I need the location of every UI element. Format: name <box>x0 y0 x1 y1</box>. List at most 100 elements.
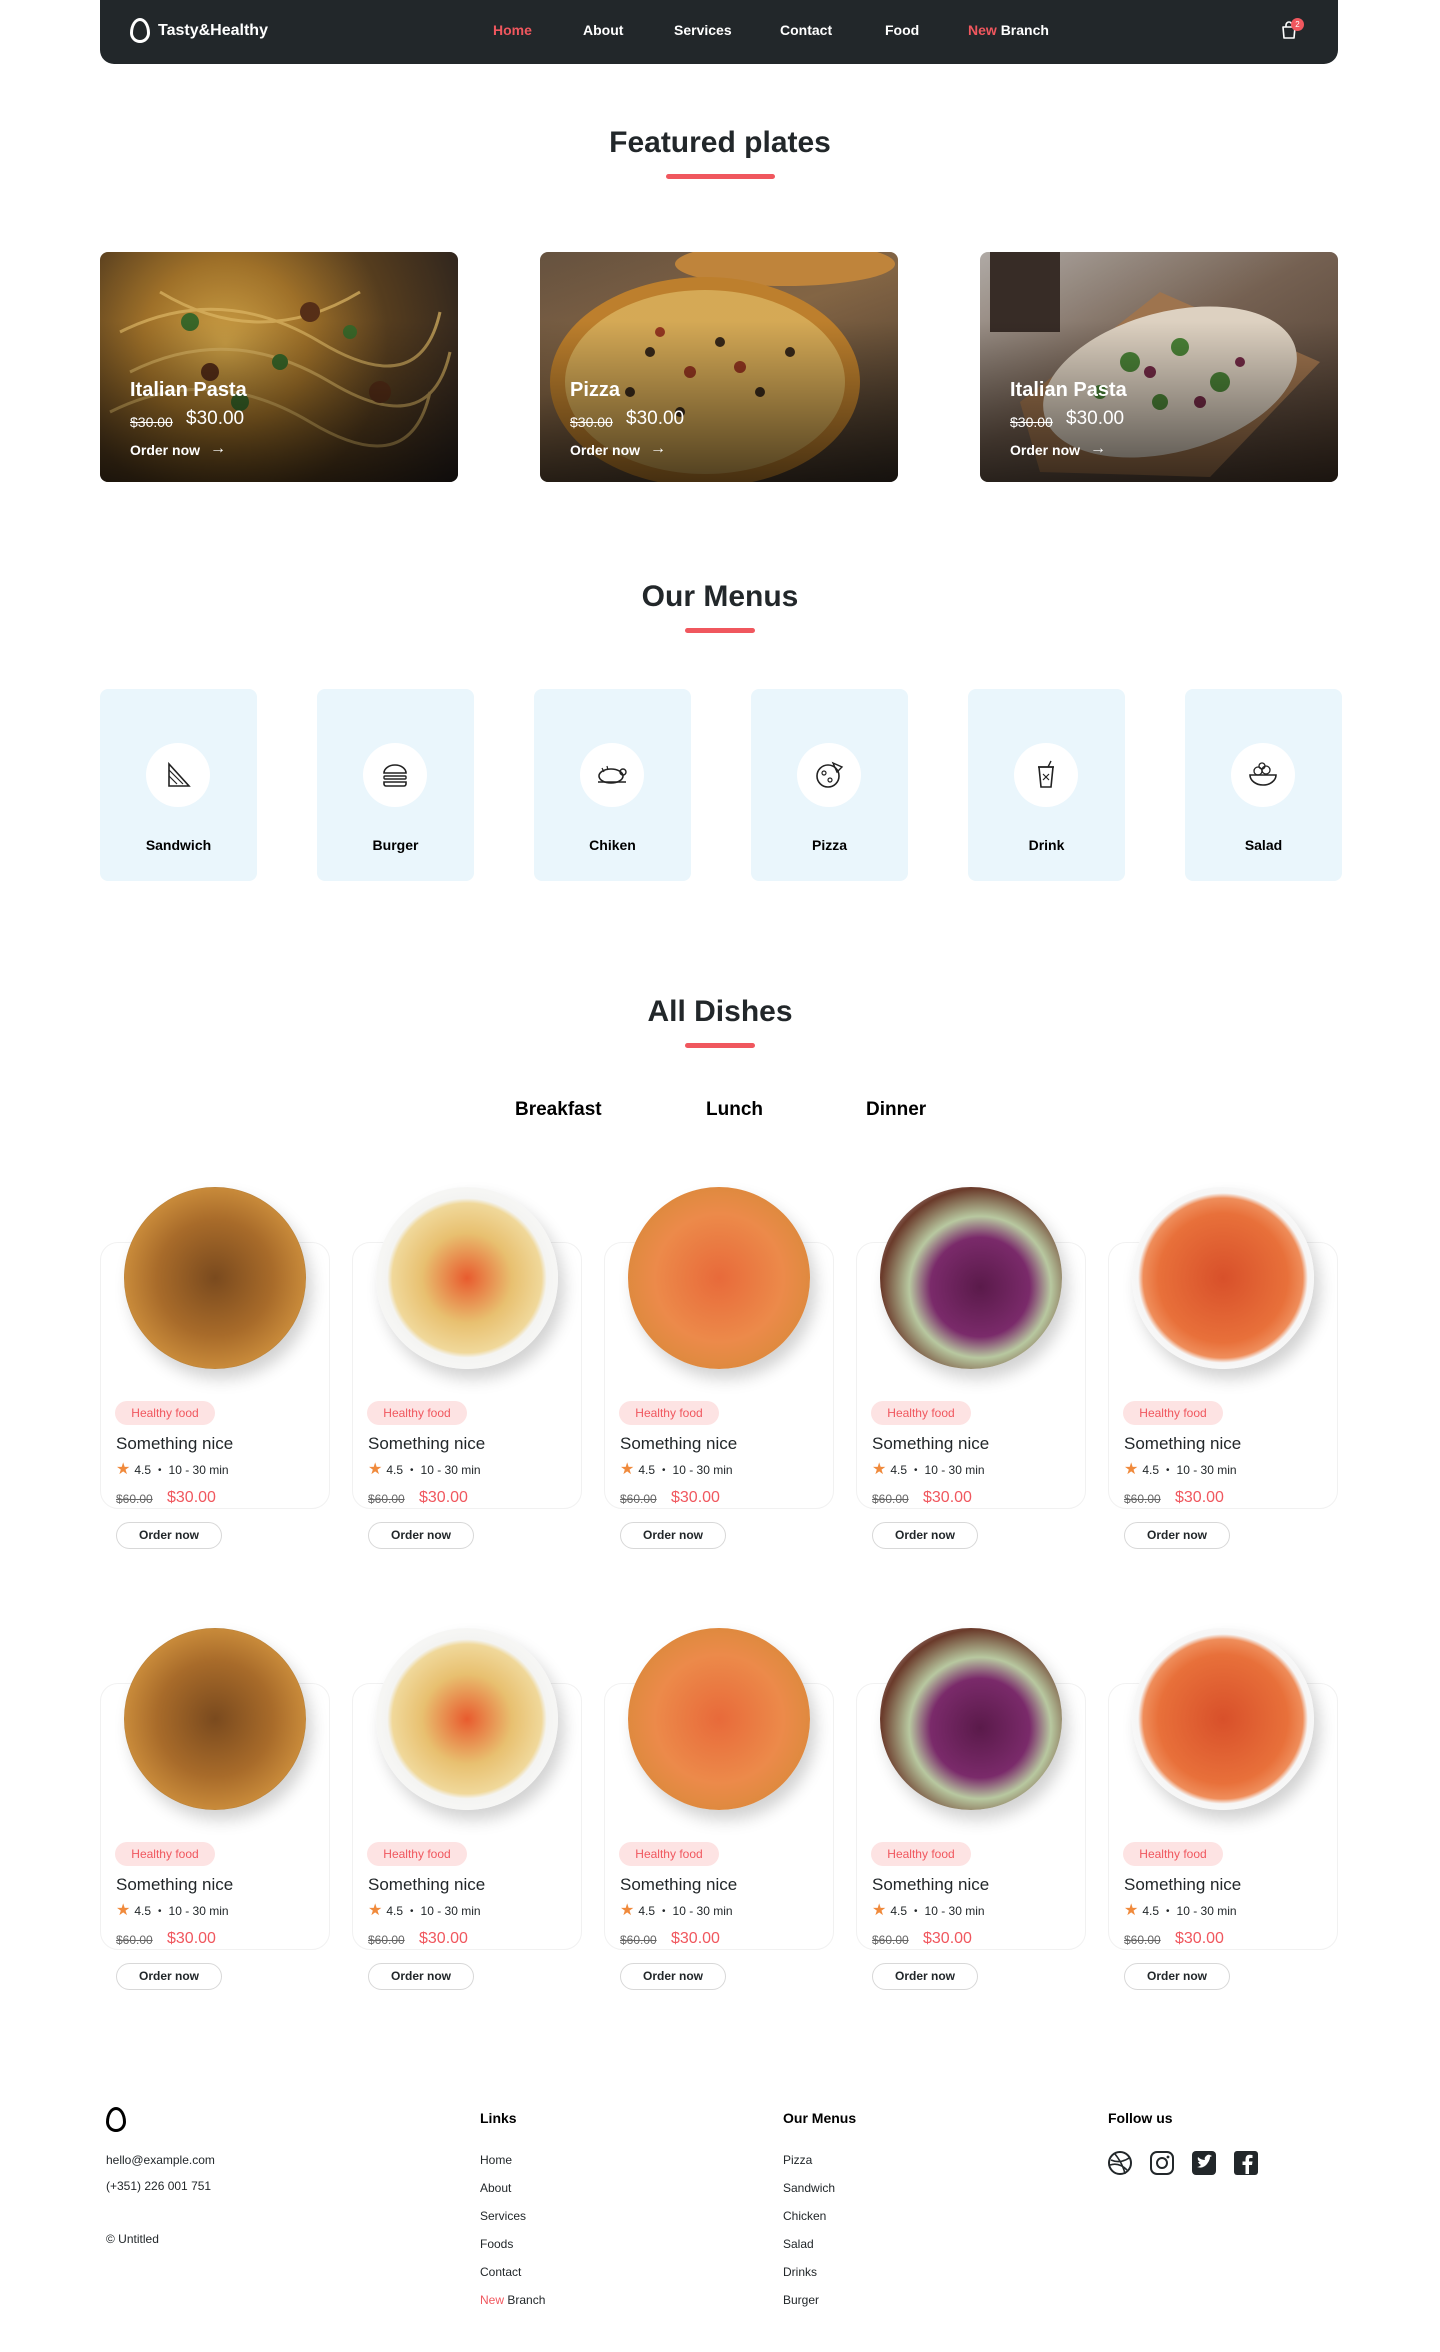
separator-dot: • <box>410 1905 414 1917</box>
dish-card[interactable]: Healthy food Something nice ★ 4.5 • 10 - 30 m… <box>604 1628 834 1990</box>
dish-rating: 4.5 <box>890 1463 908 1477</box>
nav-link-services[interactable]: Services <box>674 22 732 38</box>
menu-tile-chicken[interactable]: Chiken <box>534 689 691 881</box>
order-now-button[interactable]: Order now <box>116 1522 222 1549</box>
order-now-button[interactable]: Order now <box>116 1963 222 1990</box>
footer-menu-sandwich[interactable]: Sandwich <box>783 2181 835 2195</box>
dish-tag: Healthy food <box>619 1401 719 1425</box>
featured-card[interactable]: Italian Pasta $30.00 $30.00 Order now → <box>100 252 458 482</box>
nav-link-new-branch[interactable]: New Branch <box>968 22 1049 38</box>
dish-meta: ★ 4.5 • 10 - 30 min <box>1124 1903 1237 1919</box>
dish-card[interactable]: Healthy food Something nice ★ 4.5 • 10 - 30 m… <box>1108 1187 1338 1549</box>
dish-card[interactable]: Healthy food Something nice ★ 4.5 • 10 - 30 m… <box>856 1187 1086 1549</box>
order-now-button[interactable]: Order now <box>620 1963 726 1990</box>
dish-tag: Healthy food <box>619 1842 719 1866</box>
order-now-button[interactable]: Order now <box>1124 1522 1230 1549</box>
footer-link-services[interactable]: Services <box>480 2209 526 2223</box>
dish-card[interactable]: Healthy food Something nice ★ 4.5 • 10 - 30 m… <box>100 1628 330 1990</box>
menu-tile-drink[interactable]: Drink <box>968 689 1125 881</box>
dish-time: 10 - 30 min <box>924 1463 985 1477</box>
featured-title: Featured plates <box>609 126 831 159</box>
dish-card[interactable]: Healthy food Something nice ★ 4.5 • 10 - 30 m… <box>352 1187 582 1549</box>
featured-order-link[interactable]: Order now <box>130 442 200 458</box>
featured-order-link[interactable]: Order now <box>570 442 640 458</box>
footer-link-home[interactable]: Home <box>480 2153 512 2167</box>
dish-card[interactable]: Healthy food Something nice ★ 4.5 • 10 - 30 m… <box>352 1628 582 1990</box>
footer-branch-label: Branch <box>507 2293 546 2307</box>
dribbble-icon[interactable] <box>1107 2150 1133 2176</box>
cart-count-badge: 2 <box>1291 18 1304 31</box>
footer-email[interactable]: hello@example.com <box>106 2153 215 2167</box>
dish-time: 10 - 30 min <box>420 1904 481 1918</box>
footer-menu-burger[interactable]: Burger <box>783 2293 819 2307</box>
instagram-icon[interactable] <box>1149 2150 1175 2176</box>
menu-tile-sandwich[interactable]: Sandwich <box>100 689 257 881</box>
dish-price: $30.00 <box>167 1489 216 1506</box>
featured-dish-title: Italian Pasta <box>130 379 247 401</box>
dish-name: Something nice <box>620 1434 738 1453</box>
dish-card[interactable]: Healthy food Something nice ★ 4.5 • 10 - 30 m… <box>856 1628 1086 1990</box>
separator-dot: • <box>914 1905 918 1917</box>
footer-menu-chicken[interactable]: Chicken <box>783 2209 826 2223</box>
order-now-button[interactable]: Order now <box>872 1522 978 1549</box>
arrow-right-icon[interactable]: → <box>210 440 226 458</box>
order-now-button[interactable]: Order now <box>872 1963 978 1990</box>
menu-icon-circle <box>146 743 210 807</box>
twitter-icon[interactable] <box>1191 2150 1217 2176</box>
dish-name: Something nice <box>1124 1875 1242 1894</box>
dish-photo <box>1132 1187 1314 1369</box>
dish-card[interactable]: Healthy food Something nice ★ 4.5 • 10 - 30 m… <box>604 1187 834 1549</box>
separator-dot: • <box>1166 1905 1170 1917</box>
menu-tile-label: Burger <box>372 837 419 853</box>
dish-time: 10 - 30 min <box>672 1904 733 1918</box>
menu-tile-salad[interactable]: Salad <box>1185 689 1342 881</box>
order-now-button[interactable]: Order now <box>1124 1963 1230 1990</box>
tab-breakfast[interactable]: Breakfast <box>515 1099 602 1121</box>
featured-order-link[interactable]: Order now <box>1010 442 1080 458</box>
brand-logo[interactable]: Tasty&Healthy <box>130 18 268 43</box>
star-icon: ★ <box>368 1461 383 1478</box>
nav-link-home[interactable]: Home <box>493 22 532 38</box>
footer-menu-pizza[interactable]: Pizza <box>783 2153 812 2167</box>
footer-menu-salad[interactable]: Salad <box>783 2237 814 2251</box>
dish-rating: 4.5 <box>638 1904 656 1918</box>
featured-card[interactable]: Italian Pasta $30.00 $30.00 Order now → <box>980 252 1338 482</box>
menu-tile-pizza[interactable]: Pizza <box>751 689 908 881</box>
dish-rating: 4.5 <box>386 1904 404 1918</box>
facebook-icon[interactable] <box>1233 2150 1259 2176</box>
featured-dish-title: Italian Pasta <box>1010 379 1127 401</box>
order-now-button[interactable]: Order now <box>368 1522 474 1549</box>
menu-tile-burger[interactable]: Burger <box>317 689 474 881</box>
drink-icon <box>1038 760 1054 788</box>
star-icon: ★ <box>368 1902 383 1919</box>
dish-old-price: $60.00 <box>116 1492 153 1506</box>
dish-card[interactable]: Healthy food Something nice ★ 4.5 • 10 - 30 m… <box>1108 1628 1338 1990</box>
footer-link-new-branch[interactable]: New Branch <box>480 2293 545 2307</box>
dish-name: Something nice <box>116 1875 234 1894</box>
menus-title-underline <box>685 628 755 633</box>
tab-dinner[interactable]: Dinner <box>866 1099 926 1121</box>
footer-link-foods[interactable]: Foods <box>480 2237 513 2251</box>
nav-link-about[interactable]: About <box>583 22 623 38</box>
footer-link-contact[interactable]: Contact <box>480 2265 521 2279</box>
dish-card[interactable]: Healthy food Something nice ★ 4.5 • 10 - 30 m… <box>100 1187 330 1549</box>
dish-old-price: $60.00 <box>1124 1933 1161 1947</box>
footer-link-about[interactable]: About <box>480 2181 511 2195</box>
nav-link-contact[interactable]: Contact <box>780 22 832 38</box>
dish-photo <box>124 1187 306 1369</box>
order-now-button[interactable]: Order now <box>620 1522 726 1549</box>
order-now-button[interactable]: Order now <box>368 1963 474 1990</box>
dish-photo <box>376 1187 558 1369</box>
separator-dot: • <box>914 1464 918 1476</box>
separator-dot: • <box>662 1905 666 1917</box>
dish-meta: ★ 4.5 • 10 - 30 min <box>1124 1462 1237 1478</box>
arrow-right-icon[interactable]: → <box>1090 440 1106 458</box>
dish-meta: ★ 4.5 • 10 - 30 min <box>872 1903 985 1919</box>
dish-price: $30.00 <box>1175 1489 1224 1506</box>
nav-link-food[interactable]: Food <box>885 22 919 38</box>
star-icon: ★ <box>116 1461 131 1478</box>
arrow-right-icon[interactable]: → <box>650 440 666 458</box>
tab-lunch[interactable]: Lunch <box>706 1099 763 1121</box>
footer-menu-drinks[interactable]: Drinks <box>783 2265 817 2279</box>
featured-card[interactable]: Pizza $30.00 $30.00 Order now → <box>540 252 898 482</box>
